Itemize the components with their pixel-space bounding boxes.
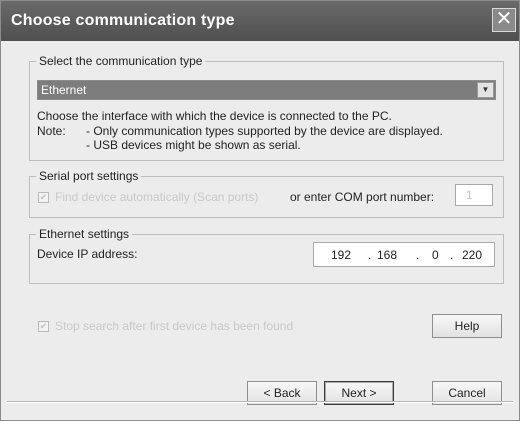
title-bar: Choose communication type ✕: [1, 1, 519, 41]
ip-dot: .: [368, 248, 372, 262]
comm-type-selected-value: Ethernet: [41, 83, 87, 97]
ip-dot: .: [416, 248, 420, 262]
com-port-field[interactable]: 1: [455, 184, 493, 206]
help-button[interactable]: Help: [432, 314, 502, 338]
close-icon[interactable]: ✕: [492, 8, 516, 32]
note-line-1: - Only communication types supported by …: [86, 124, 443, 138]
ip-octet-1[interactable]: 192: [331, 248, 351, 262]
device-ip-label: Device IP address:: [37, 247, 138, 261]
ip-address-field[interactable]: 192 . 168 . 0 . 220: [313, 242, 495, 267]
chevron-down-icon[interactable]: ▼: [477, 82, 494, 98]
comm-type-select[interactable]: Ethernet ▼: [37, 80, 496, 100]
or-enter-com-label: or enter COM port number:: [290, 190, 435, 204]
find-auto-label: Find device automatically (Scan ports): [55, 190, 259, 204]
com-port-value: 1: [466, 188, 473, 202]
note-line-2: - USB devices might be shown as serial.: [86, 138, 301, 152]
ip-octet-3[interactable]: 0: [432, 248, 439, 262]
note-label: Note:: [37, 124, 66, 138]
bottom-divider: [7, 401, 513, 403]
ethernet-settings-legend: Ethernet settings: [36, 227, 133, 241]
stop-search-label: Stop search after first device has been …: [55, 319, 294, 333]
comm-type-legend: Select the communication type: [36, 54, 206, 68]
comm-type-description: Choose the interface with which the devi…: [37, 109, 392, 123]
stop-search-checkbox[interactable]: ✔: [38, 321, 49, 332]
ip-dot: .: [450, 248, 454, 262]
serial-port-legend: Serial port settings: [36, 169, 142, 183]
dialog-title: Choose communication type: [11, 12, 235, 29]
find-auto-checkbox[interactable]: ✔: [38, 192, 49, 203]
dialog-window: Choose communication type ✕ Select the c…: [0, 0, 520, 421]
ip-octet-4[interactable]: 220: [462, 248, 482, 262]
ip-octet-2[interactable]: 168: [377, 248, 397, 262]
